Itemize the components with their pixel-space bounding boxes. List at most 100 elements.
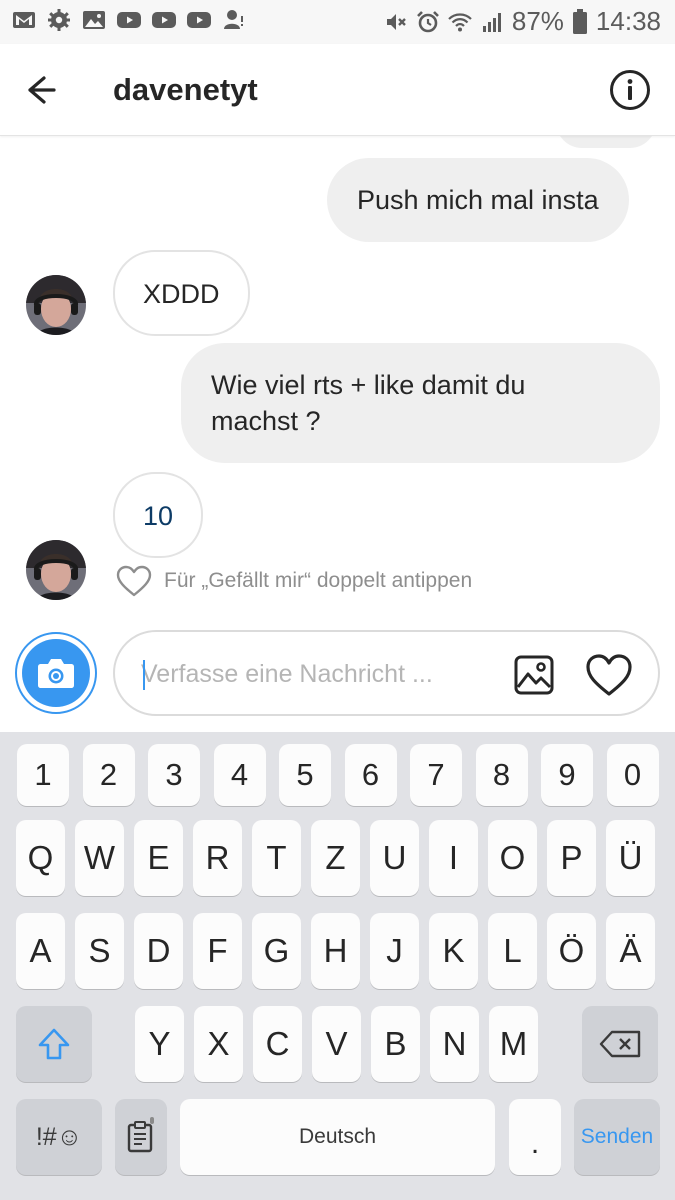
letter-key[interactable]: L [488, 913, 537, 989]
number-key[interactable]: 9 [541, 744, 593, 806]
letter-key[interactable]: N [430, 1006, 479, 1082]
number-key[interactable]: 2 [82, 744, 135, 806]
dm-screen: 87% 14:38 davenetyt Push mich mal insta … [0, 0, 675, 1200]
letter-key[interactable]: U [370, 820, 419, 896]
number-key[interactable]: 7 [410, 744, 462, 806]
battery-percentage: 87% [511, 6, 564, 36]
letter-key[interactable]: H [311, 913, 360, 989]
send-key[interactable]: Senden [574, 1099, 660, 1175]
letter-key[interactable]: Ä [606, 913, 655, 989]
clipboard-icon [127, 1117, 154, 1153]
wifi-icon [448, 12, 472, 31]
contact-avatar[interactable] [26, 275, 86, 335]
letter-key[interactable]: I [429, 820, 478, 896]
letter-key[interactable]: P [547, 820, 596, 896]
youtube-icon [187, 12, 211, 28]
letter-key[interactable]: A [16, 913, 65, 989]
system-status: 87% 14:38 [384, 6, 661, 37]
message-text-line: machst ? [211, 406, 321, 436]
number-key[interactable]: 4 [213, 744, 266, 806]
letter-key[interactable]: K [429, 913, 478, 989]
letter-key[interactable]: Ö [547, 913, 596, 989]
gmail-icon [13, 12, 35, 28]
backspace-icon [599, 1030, 641, 1058]
period-key-label: . [530, 1127, 540, 1160]
space-key[interactable]: Deutsch [180, 1099, 495, 1175]
signal-icon [482, 12, 501, 32]
letter-key[interactable]: J [370, 913, 419, 989]
mute-icon [386, 13, 406, 30]
send-key-label: Senden [580, 1125, 654, 1148]
shift-key[interactable] [16, 1006, 92, 1082]
space-key-label: Deutsch [298, 1125, 377, 1148]
period-key[interactable]: . [509, 1099, 561, 1175]
letter-key[interactable]: C [253, 1006, 302, 1082]
info-icon[interactable] [609, 69, 651, 111]
keyboard: 1234567890 QWERTZUIOPÜ ASDFGHJKLÖÄ YXCVB… [0, 732, 675, 1200]
contact-avatar[interactable] [26, 540, 86, 600]
user-notification-icon [224, 10, 243, 29]
symbols-key-label: !#☺ [35, 1122, 83, 1151]
letter-key[interactable]: B [371, 1006, 420, 1082]
number-key[interactable]: 3 [148, 744, 200, 806]
camera-button-fill [22, 639, 90, 707]
youtube-icon [117, 12, 141, 28]
letter-key[interactable]: S [75, 913, 124, 989]
camera-button[interactable] [15, 632, 97, 714]
clipboard-key[interactable] [115, 1099, 167, 1175]
message-text: XDDD [143, 279, 220, 309]
double-tap-like-hint: Für „Gefällt mir“ doppelt antippen [116, 564, 472, 598]
gallery-notification-icon [83, 11, 105, 29]
letter-key[interactable]: E [134, 820, 183, 896]
message-text: Push mich mal insta [357, 185, 599, 215]
conversation-username[interactable]: davenetyt [113, 72, 258, 108]
letter-key[interactable]: F [193, 913, 242, 989]
outgoing-message[interactable]: Wie viel rts + like damit du machst ? [181, 343, 660, 463]
symbols-key[interactable]: !#☺ [16, 1099, 102, 1175]
message-text: 10 [143, 501, 174, 531]
previous-message-bubble [556, 136, 656, 148]
letter-key[interactable]: M [489, 1006, 538, 1082]
letter-key[interactable]: G [252, 913, 301, 989]
number-key[interactable]: 6 [344, 744, 397, 806]
letter-key[interactable]: Ü [606, 820, 655, 896]
letter-key[interactable]: Q [16, 820, 65, 896]
letter-key[interactable]: R [193, 820, 242, 896]
battery-icon [572, 8, 587, 34]
incoming-message[interactable]: 10 [113, 472, 204, 558]
number-key[interactable]: 1 [17, 744, 69, 806]
conversation-header: davenetyt [0, 44, 675, 136]
number-key[interactable]: 8 [475, 744, 528, 806]
incoming-message[interactable]: XDDD [113, 250, 250, 336]
letter-key[interactable]: Y [135, 1006, 184, 1082]
alarm-icon [416, 10, 439, 32]
letter-key[interactable]: T [252, 820, 301, 896]
letter-key[interactable]: Z [311, 820, 360, 896]
status-bar: 87% 14:38 [0, 0, 675, 44]
message-text-line: Wie viel rts + like damit du [211, 370, 526, 400]
letter-key[interactable]: X [194, 1006, 243, 1082]
camera-icon [38, 659, 74, 688]
youtube-icon [152, 12, 176, 28]
heart-icon[interactable] [585, 652, 633, 698]
backspace-key[interactable] [582, 1006, 658, 1082]
settings-gear-icon [48, 9, 70, 31]
outgoing-message[interactable]: Push mich mal insta [327, 158, 629, 242]
notification-icons [12, 8, 246, 32]
heart-outline-icon [116, 565, 152, 597]
gallery-icon[interactable] [513, 654, 555, 696]
back-arrow-icon[interactable] [24, 68, 68, 112]
letter-key[interactable]: O [488, 820, 537, 896]
letter-key[interactable]: W [75, 820, 124, 896]
number-key[interactable]: 0 [606, 744, 659, 806]
number-key[interactable]: 5 [279, 744, 331, 806]
clock-time: 14:38 [595, 6, 661, 36]
shift-arrow-icon [38, 1028, 70, 1060]
letter-key[interactable]: D [134, 913, 183, 989]
text-cursor [143, 660, 145, 690]
message-composer[interactable] [113, 630, 660, 716]
message-thread: Push mich mal insta XDDD Wie viel rts + … [0, 136, 675, 616]
message-input[interactable] [141, 656, 481, 692]
letter-key[interactable]: V [312, 1006, 361, 1082]
like-hint-text: Für „Gefällt mir“ doppelt antippen [164, 569, 473, 592]
